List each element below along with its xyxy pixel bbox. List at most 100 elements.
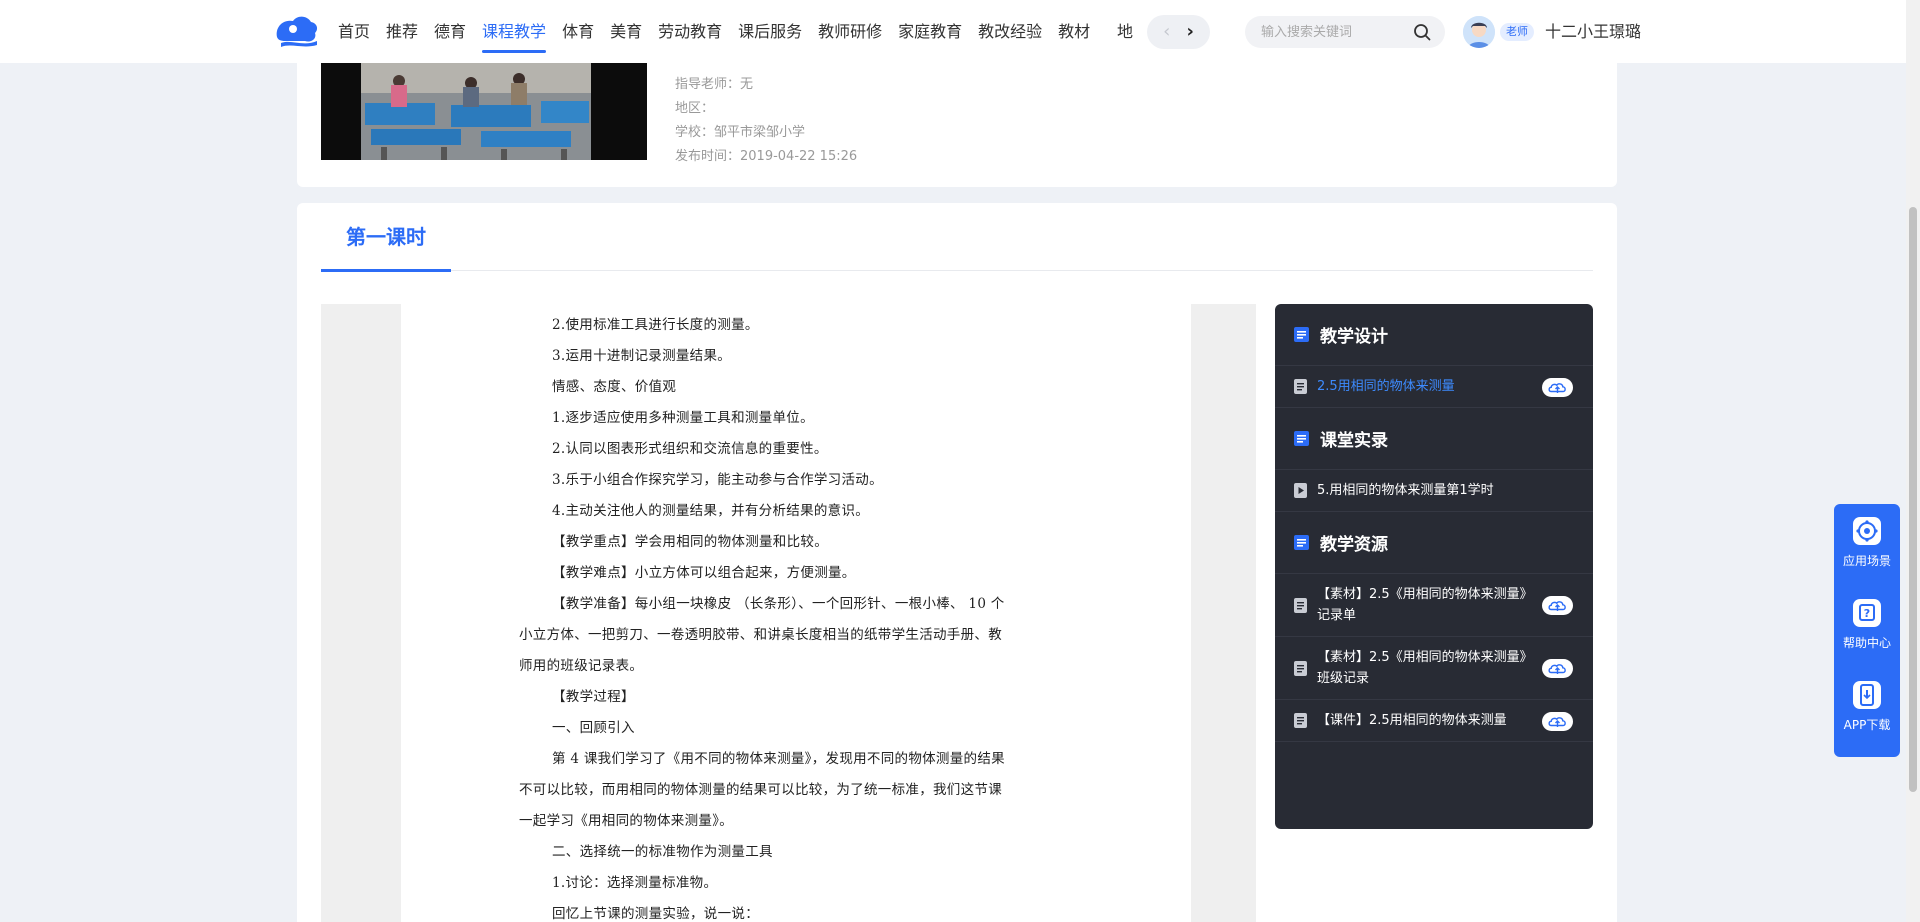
document-line: 一、回顾引入	[552, 720, 635, 736]
avatar[interactable]	[1463, 16, 1495, 48]
app-download-label: APP下载	[1843, 718, 1891, 732]
floating-toolbar: 应用场景 ? 帮助中心 APP下载	[1834, 504, 1900, 757]
cloud-download-icon[interactable]	[1542, 659, 1573, 678]
panel-section-title: 课堂实录	[1275, 408, 1593, 470]
cloud-download-icon[interactable]	[1542, 596, 1573, 615]
document-line: 师用的班级记录表。	[519, 658, 644, 674]
nav-item-3[interactable]: 课程教学	[482, 0, 547, 63]
search-input[interactable]	[1261, 16, 1411, 48]
lesson-content-card: 第一课时 2.使用标准工具进行长度的测量。 3.运用十进制记录测量结果。 情感、态度…	[297, 203, 1617, 922]
app-scenarios-label: 应用场景	[1842, 554, 1891, 568]
resource-item[interactable]: 【素材】2.5《用相同的物体来测量》记录单	[1275, 574, 1593, 637]
document-line: 1.讨论：选择测量标准物。	[552, 875, 718, 891]
document-line: 【教学难点】小立方体可以组合起来，方便测量。	[552, 565, 856, 581]
document-line: 3.乐于小组合作探究学习，能主动参与合作学习活动。	[552, 472, 883, 488]
section-title-text: 课堂实录	[1320, 431, 1388, 451]
main-nav: 首页 推荐 德育 课程教学 体育 美育 劳动教育 课后服务 教师研修 家庭教育 教改经验 教材	[338, 0, 1106, 63]
document-line: 3.运用十进制记录测量结果。	[552, 348, 732, 364]
help-center-button[interactable]: ? 帮助中心	[1834, 598, 1900, 651]
tab-first-period[interactable]: 第一课时	[321, 203, 451, 272]
nav-item-10[interactable]: 教改经验	[978, 0, 1042, 63]
cloud-download-icon[interactable]	[1542, 711, 1573, 731]
app-download-button[interactable]: APP下载	[1834, 680, 1900, 733]
document-line: 情感、态度、价值观	[552, 379, 677, 395]
resource-title: 【素材】2.5《用相同的物体来测量》记录单	[1317, 587, 1533, 623]
document-line: 第 4 课我们学习了《用不同的物体来测量》，发现用不同的物体测量的结果	[552, 751, 1005, 767]
resource-item[interactable]: 【课件】2.5用相同的物体来测量	[1275, 700, 1593, 742]
classroom-video-image	[321, 63, 647, 160]
nav-item-0[interactable]: 首页	[338, 0, 370, 63]
document-line: 2.认同以图表形式组织和交流信息的重要性。	[552, 441, 828, 457]
resource-item[interactable]: 5.用相同的物体来测量第1学时	[1275, 470, 1593, 512]
username[interactable]: 十二小王璟璐	[1545, 0, 1641, 63]
nav-item-5[interactable]: 美育	[610, 0, 642, 63]
document-icon	[1294, 597, 1307, 613]
publish-time: 发布时间：2019-04-22 15:26	[675, 149, 858, 164]
resource-title: 【课件】2.5用相同的物体来测量	[1317, 713, 1507, 728]
user-avatar-icon	[1463, 16, 1495, 48]
document-line: 【教学重点】学会用相同的物体测量和比较。	[552, 534, 828, 550]
panel-section-title: 教学设计	[1275, 304, 1593, 366]
nav-item-2[interactable]: 德育	[434, 0, 466, 63]
section-doc-icon	[1294, 327, 1309, 342]
nav-item-4[interactable]: 体育	[562, 0, 594, 63]
document-page: 2.使用标准工具进行长度的测量。 3.运用十进制记录测量结果。 情感、态度、价值观 1…	[401, 304, 1191, 922]
region-label: 地区：	[675, 101, 715, 116]
document-line: 一起学习《用相同的物体来测量》。	[519, 813, 734, 829]
school-label: 学校：邹平市梁邹小学	[675, 125, 806, 140]
page-scrollbar-thumb[interactable]	[1909, 207, 1917, 792]
search-box	[1245, 16, 1445, 48]
document-icon	[1294, 379, 1307, 394]
resource-title: 5.用相同的物体来测量第1学时	[1317, 483, 1494, 498]
nav-item-6[interactable]: 劳动教育	[658, 0, 722, 63]
video-thumbnail[interactable]	[321, 63, 647, 160]
nav-scroll-controls: ‹ ›	[1147, 15, 1210, 49]
lesson-info-card: 指导老师：无 地区： 学校：邹平市梁邹小学 发布时间：2019-04-22 15…	[297, 63, 1617, 187]
nav-item-8[interactable]: 教师研修	[818, 0, 882, 63]
nav-item-9[interactable]: 家庭教育	[898, 0, 962, 63]
document-line: 不可以比较，而用相同的物体测量的结果可以比较，为了统一标准，我们这节课	[519, 782, 1002, 798]
document-line: 【教学过程】	[552, 689, 635, 705]
document-line: 1.逐步适应使用多种测量工具和测量单位。	[552, 410, 814, 426]
resource-item[interactable]: 【素材】2.5《用相同的物体来测量》班级记录	[1275, 637, 1593, 700]
document-line: 二、选择统一的标准物作为测量工具	[552, 844, 773, 860]
panel-section-title: 教学资源	[1275, 512, 1593, 574]
app-scenarios-button[interactable]: 应用场景	[1834, 516, 1900, 569]
document-line: 回忆上节课的测量实验，说一说：	[552, 906, 759, 922]
resource-panel: 教学设计 2.5用相同的物体来测量课堂实录 5.用相同的物体来测量第1学时教学资源【…	[1275, 304, 1593, 829]
document-viewer[interactable]: 2.使用标准工具进行长度的测量。 3.运用十进制记录测量结果。 情感、态度、价值观 1…	[321, 304, 1256, 922]
lesson-meta: 指导老师：无 地区： 学校：邹平市梁邹小学 发布时间：2019-04-22 15…	[675, 73, 857, 169]
document-icon	[1294, 713, 1307, 728]
mobile-download-icon	[1853, 681, 1881, 709]
cloud-download-icon[interactable]	[1542, 377, 1573, 397]
page-scrollbar[interactable]	[1906, 0, 1920, 922]
top-navigation-bar: 首页 推荐 德育 课程教学 体育 美育 劳动教育 课后服务 教师研修 家庭教育 教改经验 教材 地 ‹…	[0, 0, 1920, 63]
document-line: 【教学准备】每小组一块橡皮 （长条形）、一个回形针、一根小棒、 10 个	[552, 596, 1005, 612]
video-file-icon	[1294, 483, 1307, 498]
resource-title: 【素材】2.5《用相同的物体来测量》班级记录	[1317, 650, 1533, 686]
help-center-label: 帮助中心	[1842, 636, 1891, 650]
teacher-label: 指导老师：无	[675, 77, 754, 92]
nav-item-1[interactable]: 推荐	[386, 0, 418, 63]
document-line: 4.主动关注他人的测量结果，并有分析结果的意识。	[552, 503, 870, 519]
nav-item-7[interactable]: 课后服务	[738, 0, 802, 63]
help-icon: ?	[1853, 599, 1881, 627]
section-doc-icon	[1294, 431, 1309, 446]
document-line: 2.使用标准工具进行长度的测量。	[552, 317, 759, 333]
resource-item[interactable]: 2.5用相同的物体来测量	[1275, 366, 1593, 408]
section-doc-icon	[1294, 535, 1309, 550]
chevron-right-icon[interactable]: ›	[1186, 23, 1193, 41]
nav-item-11[interactable]: 教材	[1058, 0, 1090, 63]
chevron-left-icon[interactable]: ‹	[1163, 23, 1170, 41]
svg-text:?: ?	[1864, 607, 1870, 620]
site-logo-icon[interactable]	[271, 13, 321, 49]
resource-title: 2.5用相同的物体来测量	[1317, 379, 1455, 394]
document-line: 小立方体、一把剪刀、一卷透明胶带、和讲桌长度相当的纸带学生活动手册、教	[519, 627, 1002, 643]
app-scenarios-icon	[1853, 517, 1881, 545]
section-title-text: 教学设计	[1320, 327, 1388, 347]
section-title-text: 教学资源	[1320, 535, 1388, 555]
search-icon[interactable]	[1413, 23, 1431, 41]
nav-item-clipped[interactable]: 地	[1117, 0, 1135, 63]
lesson-tabs: 第一课时	[321, 203, 1593, 272]
document-icon	[1294, 660, 1307, 676]
